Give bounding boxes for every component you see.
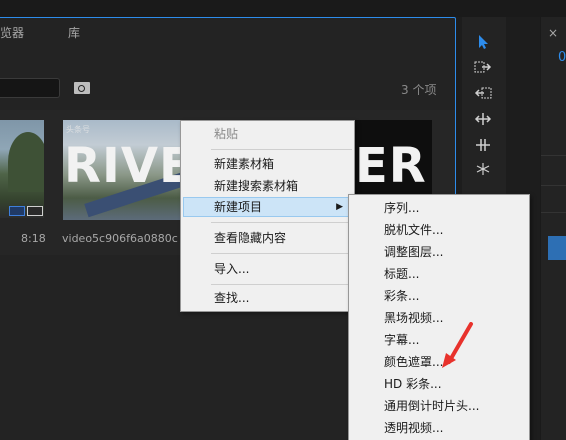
menu-item-new-item[interactable]: 新建项目 ▶ [183,197,352,217]
clip-name: video5c906f6a0880c [62,232,178,245]
clip-badges [9,205,45,219]
divider [541,185,566,186]
submenu-item-title[interactable]: 标题... [351,264,527,284]
submenu-arrow-icon: ▶ [336,202,343,212]
menu-separator [211,222,352,223]
submenu-item-black-video[interactable]: 黑场视频... [351,308,527,328]
right-panel-button[interactable] [548,236,566,260]
annotation-arrow-icon [442,322,473,368]
submenu-item-captions[interactable]: 字幕... [351,330,527,350]
submenu-item-hd-bars-and-tone[interactable]: HD 彩条... [351,374,527,394]
video-badge-icon [9,206,25,216]
thumbnail-title-text: RIVE [64,138,193,194]
right-side-panel [540,17,566,440]
menu-item-new-search-bin[interactable]: 新建搜索素材箱 [183,176,352,196]
clip-thumbnail-1[interactable] [0,120,44,218]
top-toolbar-strip [0,0,566,17]
submenu-item-sequence[interactable]: 序列... [351,198,527,218]
new-item-submenu: 序列... 脱机文件... 调整图层... 标题... 彩条... 黑场视频..… [348,194,530,440]
submenu-item-transparent-video[interactable]: 透明视频... [351,418,527,438]
premiere-workspace: 浏览器 库 3 个项 8:18 头条号 RIVE video5c906f6a08… [0,0,566,440]
submenu-item-color-matte[interactable]: 颜色遮罩... [351,352,527,372]
search-input[interactable] [0,78,60,98]
timecode-partial-icon: 0 [558,50,566,65]
item-count-label: 3 个项 [401,83,437,97]
track-select-forward-tool-icon[interactable] [474,60,492,74]
rolling-edit-tool-icon[interactable] [474,138,492,152]
new-search-bin-icon[interactable] [74,82,90,94]
menu-separator [211,284,352,285]
menu-item-new-bin[interactable]: 新建素材箱 [183,154,352,174]
context-menu: 粘贴 新建素材箱 新建搜索素材箱 新建项目 ▶ 查看隐藏内容 导入... 查找.… [180,120,355,312]
thumbnail-title-text: ER [355,138,427,194]
menu-separator [211,253,352,254]
divider [541,155,566,156]
thumbnail-image [8,132,44,192]
submenu-item-universal-counting-leader[interactable]: 通用倒计时片头... [351,396,527,416]
submenu-item-offline-file[interactable]: 脱机文件... [351,220,527,240]
clip-duration: 8:18 [21,232,46,245]
tab-libraries[interactable]: 库 [68,24,80,41]
menu-item-import[interactable]: 导入... [183,259,352,279]
close-icon[interactable]: × [548,26,558,40]
submenu-item-adjustment-layer[interactable]: 调整图层... [351,242,527,262]
selection-tool-icon[interactable] [474,34,492,49]
rate-stretch-tool-icon[interactable] [474,162,492,176]
menu-separator [211,149,352,150]
track-select-backward-tool-icon[interactable] [474,86,492,100]
audio-badge-icon [27,206,43,216]
submenu-item-bars-and-tone[interactable]: 彩条... [351,286,527,306]
thumbnail-watermark: 头条号 [66,125,90,134]
menu-item-show-hidden[interactable]: 查看隐藏内容 [183,228,352,248]
menu-item-paste: 粘贴 [214,127,239,141]
divider [541,212,566,213]
tab-media-browser[interactable]: 浏览器 [0,24,24,41]
menu-item-find[interactable]: 查找... [183,288,352,308]
ripple-edit-tool-icon[interactable] [474,112,492,126]
menu-item-label: 新建项目 [214,200,263,214]
